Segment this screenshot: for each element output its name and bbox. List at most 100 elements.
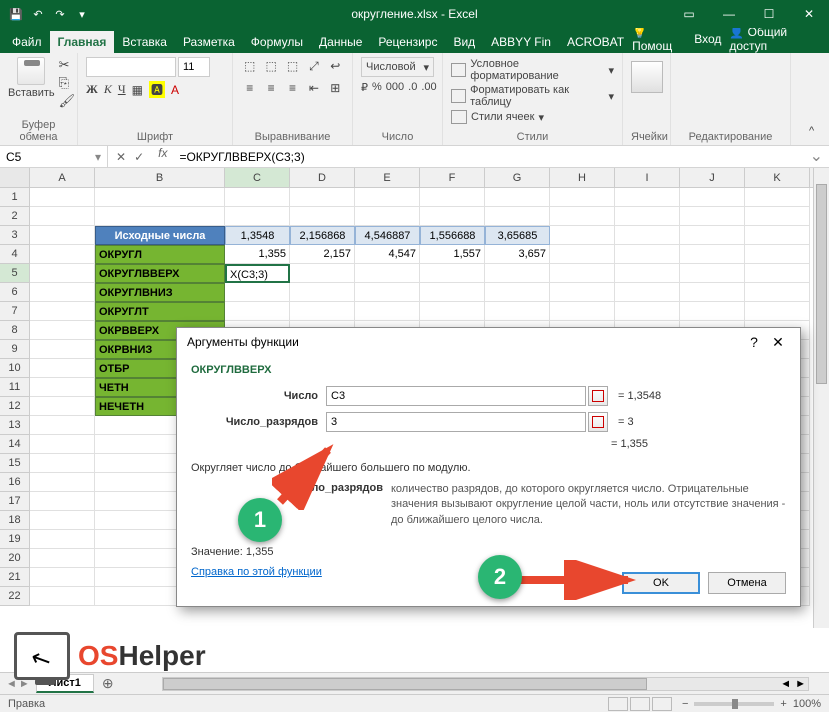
format-painter-icon[interactable]: 🖌 — [59, 93, 76, 109]
fill-color-icon[interactable]: 🅰 — [149, 81, 165, 98]
qat-more-icon[interactable]: ▾ — [74, 6, 90, 22]
tab-acrobat[interactable]: ACROBAT — [559, 31, 632, 53]
tab-home[interactable]: Главная — [50, 31, 115, 53]
row-header[interactable]: 4 — [0, 245, 30, 264]
ribbon-options-icon[interactable]: ▭ — [669, 0, 709, 28]
row-header[interactable]: 15 — [0, 454, 30, 473]
collapse-ribbon-icon[interactable]: ^ — [809, 125, 825, 141]
row-header[interactable]: 5 — [0, 264, 30, 283]
align-middle-icon[interactable]: ⬚ — [262, 57, 279, 75]
zoom-slider[interactable] — [694, 702, 774, 706]
horizontal-scrollbar[interactable]: ◄► — [162, 677, 809, 691]
inc-decimal-icon[interactable]: .0 — [408, 81, 417, 94]
col-header[interactable]: K — [745, 168, 810, 187]
redo-icon[interactable]: ↷ — [52, 6, 68, 22]
format-as-table-button[interactable]: Форматировать как таблицу ▾ — [451, 83, 614, 109]
vertical-scrollbar[interactable] — [813, 168, 829, 628]
row-header[interactable]: 8 — [0, 321, 30, 340]
wrap-text-icon[interactable]: ↩ — [327, 57, 344, 75]
italic-button[interactable]: К — [104, 82, 112, 97]
align-top-icon[interactable]: ⬚ — [241, 57, 258, 75]
help-button[interactable]: 💡 Помощ — [632, 25, 686, 53]
align-right-icon[interactable]: ≡ — [284, 79, 301, 97]
row-header[interactable]: 12 — [0, 397, 30, 416]
tab-insert[interactable]: Вставка — [114, 31, 175, 53]
copy-icon[interactable]: ⎘ — [59, 75, 76, 91]
row-header[interactable]: 21 — [0, 568, 30, 587]
currency-icon[interactable]: ₽ — [361, 81, 368, 94]
undo-icon[interactable]: ↶ — [30, 6, 46, 22]
name-box[interactable]: C5▾ — [0, 146, 108, 167]
cells-icon[interactable] — [631, 61, 663, 93]
share-button[interactable]: 👤 Общий доступ — [729, 25, 821, 53]
cancel-button[interactable]: Отмена — [708, 572, 786, 594]
view-page-break-icon[interactable] — [652, 697, 672, 711]
row-header[interactable]: 7 — [0, 302, 30, 321]
col-header[interactable]: C — [225, 168, 290, 187]
col-header[interactable]: D — [290, 168, 355, 187]
row-header[interactable]: 1 — [0, 188, 30, 207]
tab-view[interactable]: Вид — [445, 31, 483, 53]
dialog-help-icon[interactable]: ? — [742, 334, 766, 350]
row-header[interactable]: 13 — [0, 416, 30, 435]
close-icon[interactable]: ✕ — [789, 0, 829, 28]
tab-review[interactable]: Рецензирс — [370, 31, 445, 53]
paste-button[interactable]: Вставить — [8, 57, 55, 109]
cancel-formula-icon[interactable]: ✕ — [116, 150, 126, 164]
align-center-icon[interactable]: ≡ — [262, 79, 279, 97]
enter-formula-icon[interactable]: ✓ — [134, 150, 144, 164]
formula-input[interactable] — [173, 146, 803, 167]
cell[interactable]: Исходные числа — [95, 226, 225, 245]
align-left-icon[interactable]: ≡ — [241, 79, 258, 97]
login-button[interactable]: Вход — [694, 32, 721, 46]
col-header[interactable]: J — [680, 168, 745, 187]
col-header[interactable]: F — [420, 168, 485, 187]
zoom-out-icon[interactable]: − — [682, 698, 688, 710]
select-all-corner[interactable] — [0, 168, 30, 187]
col-header[interactable]: H — [550, 168, 615, 187]
col-header[interactable]: E — [355, 168, 420, 187]
dec-decimal-icon[interactable]: .00 — [421, 81, 436, 94]
merge-icon[interactable]: ⊞ — [327, 79, 344, 97]
zoom-in-icon[interactable]: + — [780, 698, 786, 710]
col-header[interactable]: B — [95, 168, 225, 187]
row-header[interactable]: 17 — [0, 492, 30, 511]
row-header[interactable]: 22 — [0, 587, 30, 606]
percent-icon[interactable]: % — [372, 81, 382, 94]
row-header[interactable]: 9 — [0, 340, 30, 359]
row-header[interactable]: 2 — [0, 207, 30, 226]
border-icon[interactable]: ▦ — [132, 83, 143, 97]
row-header[interactable]: 20 — [0, 549, 30, 568]
row-header[interactable]: 19 — [0, 530, 30, 549]
comma-icon[interactable]: 000 — [386, 81, 404, 94]
active-cell[interactable]: X(C3;3) — [225, 264, 290, 283]
font-size-input[interactable] — [178, 57, 210, 77]
save-icon[interactable]: 💾 — [8, 6, 24, 22]
tab-abbyy[interactable]: ABBYY Fin — [483, 31, 559, 53]
expand-formula-icon[interactable]: ⌄ — [804, 146, 829, 167]
col-header[interactable]: A — [30, 168, 95, 187]
tab-formulas[interactable]: Формулы — [243, 31, 311, 53]
row-header[interactable]: 16 — [0, 473, 30, 492]
row-header[interactable]: 10 — [0, 359, 30, 378]
arg2-input[interactable] — [326, 412, 586, 432]
tab-file[interactable]: Файл — [4, 31, 50, 53]
align-bottom-icon[interactable]: ⬚ — [284, 57, 301, 75]
cut-icon[interactable]: ✂ — [59, 57, 76, 73]
fx-icon[interactable]: fx — [152, 146, 173, 167]
maximize-icon[interactable]: ☐ — [749, 0, 789, 28]
orientation-icon[interactable]: ⤢ — [305, 57, 322, 75]
row-header[interactable]: 11 — [0, 378, 30, 397]
view-page-layout-icon[interactable] — [630, 697, 650, 711]
row-header[interactable]: 18 — [0, 511, 30, 530]
col-header[interactable]: G — [485, 168, 550, 187]
number-format-select[interactable]: Числовой▾ — [361, 57, 434, 77]
indent-dec-icon[interactable]: ⇤ — [305, 79, 322, 97]
font-color-icon[interactable]: A — [171, 83, 179, 97]
view-normal-icon[interactable] — [608, 697, 628, 711]
row-header[interactable]: 3 — [0, 226, 30, 245]
row-header[interactable]: 6 — [0, 283, 30, 302]
arg1-input[interactable] — [326, 386, 586, 406]
col-header[interactable]: I — [615, 168, 680, 187]
function-help-link[interactable]: Справка по этой функции — [191, 566, 322, 578]
